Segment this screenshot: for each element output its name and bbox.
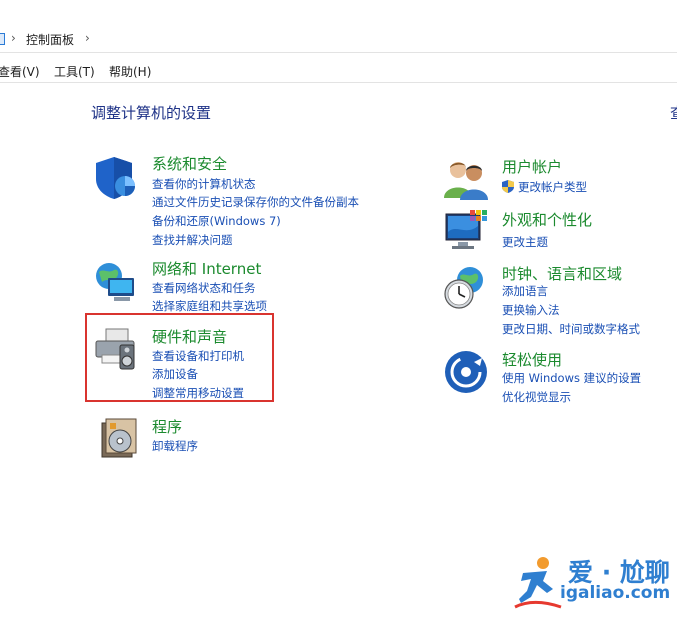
category-title[interactable]: 网络和 Internet — [152, 258, 261, 279]
link-mobility-settings[interactable]: 调整常用移动设置 — [152, 385, 244, 401]
link-troubleshoot[interactable]: 查找并解决问题 — [152, 232, 233, 248]
control-panel-icon — [0, 33, 5, 45]
menu-help[interactable]: 帮助(H) — [109, 63, 151, 80]
link-add-device[interactable]: 添加设备 — [152, 366, 198, 382]
link-homegroup[interactable]: 选择家庭组和共享选项 — [152, 298, 267, 314]
link-optimize-visual-display[interactable]: 优化视觉显示 — [502, 389, 571, 405]
link-change-account-type[interactable]: 更改帐户类型 — [518, 179, 587, 195]
breadcrumb-control-panel[interactable]: 控制面板 — [26, 31, 74, 48]
link-windows-recommended-settings[interactable]: 使用 Windows 建议的设置 — [502, 370, 641, 386]
category-title[interactable]: 外观和个性化 — [502, 209, 592, 230]
watermark-runner-logo — [514, 557, 562, 609]
category-title[interactable]: 程序 — [152, 416, 182, 437]
page-title: 调整计算机的设置 — [91, 104, 212, 122]
network-globe-icon — [96, 263, 134, 301]
menu-bar: 查看(V) 工具(T) 帮助(H) — [0, 58, 677, 83]
category-title[interactable]: 用户帐户 — [502, 156, 562, 177]
link-change-input-method[interactable]: 更换输入法 — [502, 302, 560, 318]
breadcrumb-chevron[interactable]: › — [85, 31, 90, 45]
link-backup-restore[interactable]: 备份和还原(Windows 7) — [152, 213, 281, 229]
link-view-computer-status[interactable]: 查看你的计算机状态 — [152, 176, 256, 192]
shield-icon — [96, 157, 135, 199]
watermark-url: igaliao.com — [560, 583, 671, 603]
breadcrumb-separator[interactable]: › — [11, 31, 16, 45]
category-title[interactable]: 时钟、语言和区域 — [502, 263, 622, 284]
link-uninstall-program[interactable]: 卸载程序 — [152, 438, 198, 454]
monitor-palette-icon — [445, 210, 487, 249]
printer-speaker-icon — [95, 328, 135, 370]
ease-of-access-icon — [445, 351, 487, 393]
programs-disc-icon — [101, 418, 137, 458]
link-file-history[interactable]: 通过文件历史记录保存你的文件备份副本 — [152, 194, 359, 210]
link-change-date-time-format[interactable]: 更改日期、时间或数字格式 — [502, 321, 640, 337]
menu-view[interactable]: 查看(V) — [0, 63, 40, 80]
link-change-theme[interactable]: 更改主题 — [502, 234, 548, 250]
category-title[interactable]: 轻松使用 — [502, 349, 562, 370]
address-bar[interactable]: › 控制面板 › — [0, 28, 677, 53]
users-icon — [444, 162, 488, 200]
view-by-label[interactable]: 查 — [670, 102, 677, 123]
uac-shield-icon — [502, 180, 514, 193]
link-add-language[interactable]: 添加语言 — [502, 283, 548, 299]
clock-globe-icon — [444, 267, 483, 309]
link-network-status[interactable]: 查看网络状态和任务 — [152, 280, 256, 296]
category-title[interactable]: 系统和安全 — [152, 153, 227, 174]
menu-tools[interactable]: 工具(T) — [54, 63, 95, 80]
category-title[interactable]: 硬件和声音 — [152, 326, 227, 347]
link-devices-printers[interactable]: 查看设备和打印机 — [152, 348, 244, 364]
